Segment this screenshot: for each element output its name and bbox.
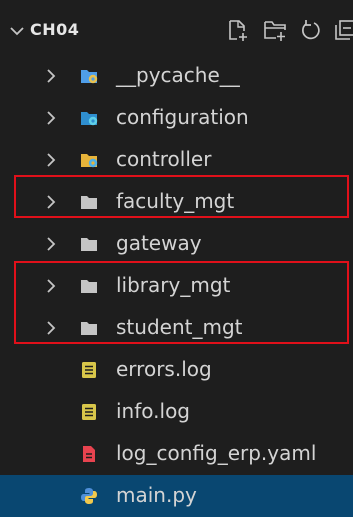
file-item[interactable]: errors.log bbox=[0, 349, 353, 391]
chevron-down-icon[interactable] bbox=[8, 22, 26, 40]
highlight-box-faculty bbox=[14, 175, 349, 218]
pycache-folder-icon bbox=[81, 70, 98, 84]
item-label: gateway bbox=[116, 231, 202, 255]
refresh-icon[interactable] bbox=[298, 17, 324, 43]
chevron-right-icon[interactable] bbox=[44, 110, 58, 126]
python-file-icon bbox=[81, 488, 97, 504]
new-folder-icon[interactable] bbox=[262, 17, 288, 43]
item-label: configuration bbox=[116, 105, 249, 129]
folder-title[interactable]: CH04 bbox=[30, 20, 79, 39]
item-label: info.log bbox=[116, 399, 191, 423]
file-item[interactable]: info.log bbox=[0, 391, 353, 433]
item-label: main.py bbox=[116, 483, 197, 507]
folder-item[interactable]: gateway bbox=[0, 223, 353, 265]
explorer-header: CH04 bbox=[0, 0, 353, 62]
highlight-box-library-student bbox=[14, 261, 349, 344]
yaml-file-icon bbox=[83, 446, 95, 462]
chevron-right-icon[interactable] bbox=[44, 68, 58, 84]
log-file-icon bbox=[82, 362, 96, 378]
folder-icon bbox=[81, 238, 97, 251]
config-folder-icon bbox=[81, 112, 98, 126]
item-label: __pycache__ bbox=[116, 63, 240, 87]
folder-item[interactable]: __pycache__ bbox=[0, 55, 353, 97]
chevron-right-icon[interactable] bbox=[44, 236, 58, 252]
item-label: errors.log bbox=[116, 357, 212, 381]
collapse-all-icon[interactable] bbox=[332, 17, 353, 43]
item-label: log_config_erp.yaml bbox=[116, 441, 317, 465]
log-file-icon bbox=[82, 404, 96, 420]
chevron-right-icon[interactable] bbox=[44, 152, 58, 168]
file-item[interactable]: main.py bbox=[0, 475, 353, 517]
file-item[interactable]: log_config_erp.yaml bbox=[0, 433, 353, 475]
folder-item[interactable]: configuration bbox=[0, 97, 353, 139]
controller-folder-icon bbox=[81, 154, 98, 168]
item-label: controller bbox=[116, 147, 212, 171]
new-file-icon[interactable] bbox=[224, 17, 250, 43]
